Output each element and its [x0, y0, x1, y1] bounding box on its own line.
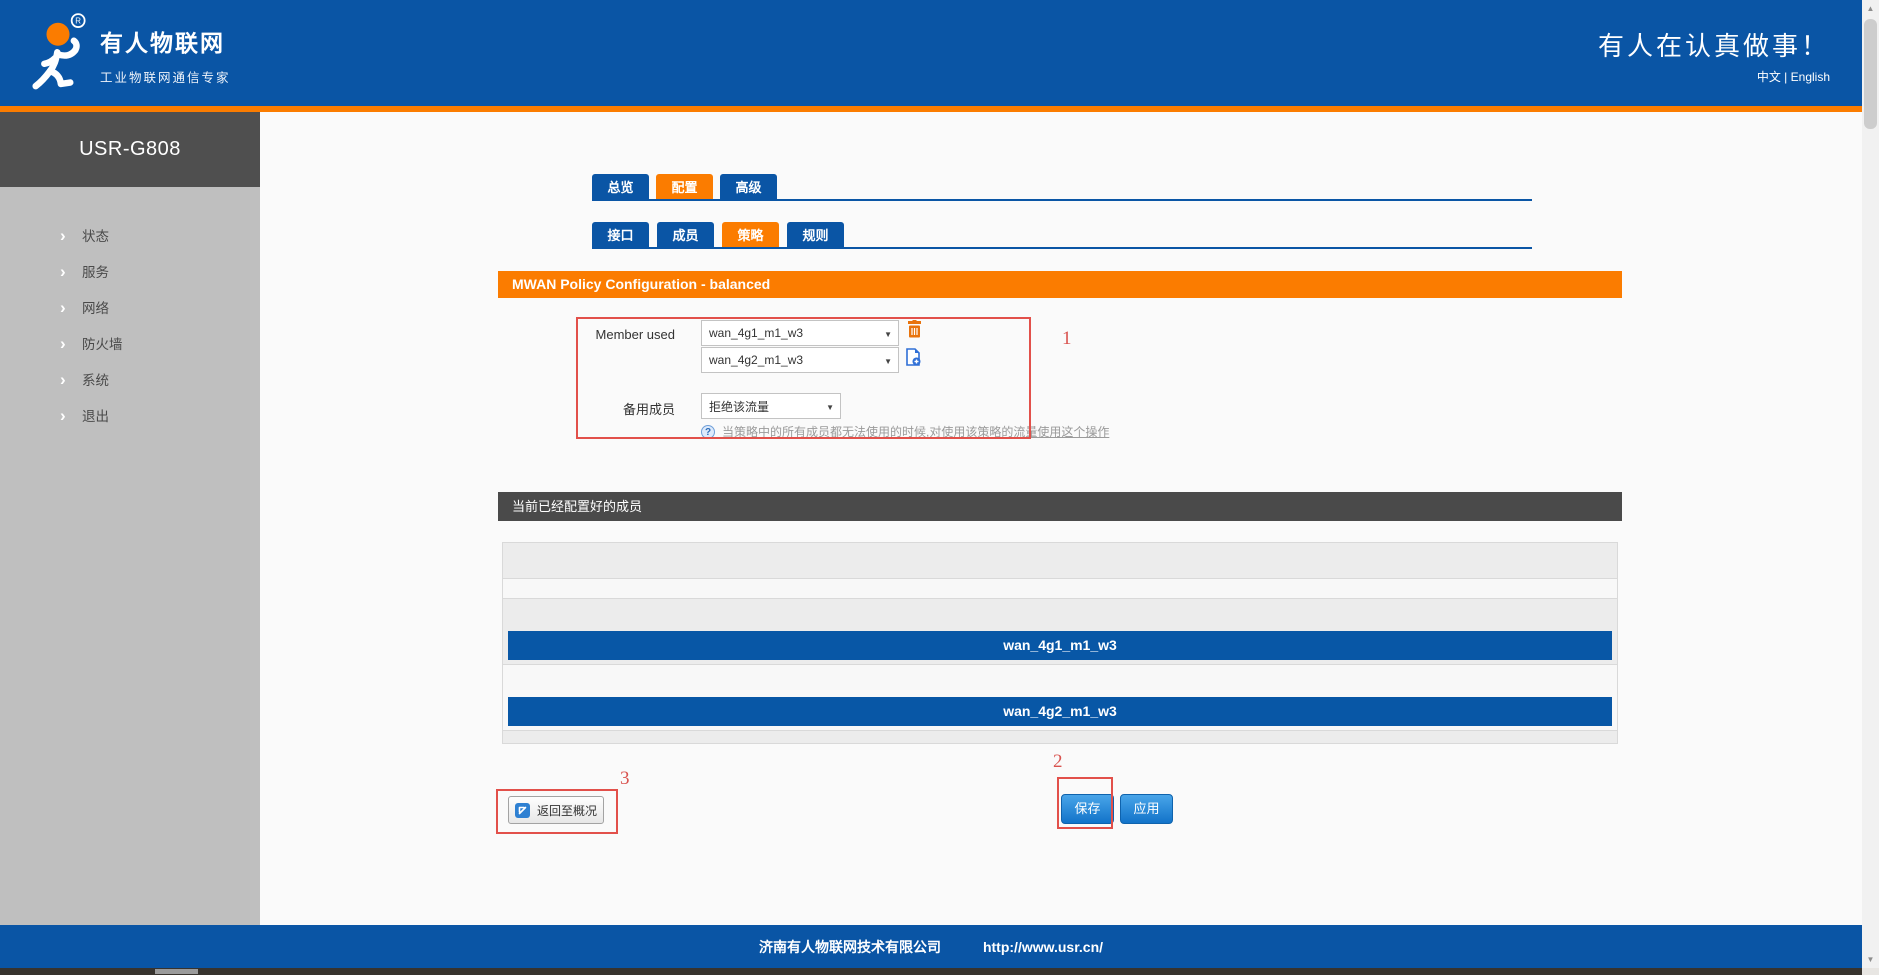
annotation-number-3: 3: [620, 768, 630, 790]
members-table: wan_4g1_m1_w3 wan_4g2_m1_w3: [502, 542, 1618, 744]
device-name: USR-G808: [0, 112, 260, 187]
chevron-right-icon: ›: [60, 263, 82, 280]
secondary-tabs-underline: [592, 247, 1532, 249]
tab-member[interactable]: 成员: [657, 222, 714, 249]
language-switcher: 中文 | English: [1757, 68, 1830, 85]
annotation-box-1: [576, 317, 1031, 439]
brand-subtitle: 工业物联网通信专家: [100, 67, 231, 86]
svg-text:R: R: [75, 16, 81, 25]
annotation-box-2: [1057, 777, 1113, 829]
mwan-policy-banner: MWAN Policy Configuration - balanced: [498, 271, 1622, 298]
table-row-empty: [503, 543, 1617, 579]
horizontal-scrollbar[interactable]: [0, 968, 1862, 975]
app-window: R 有人物联网 工业物联网通信专家 有人在认真做事！ 中文 | English …: [0, 0, 1879, 975]
sidebar-nav: › 状态 › 服务 › 网络 › 防火墙 › 系统 › 退出: [0, 187, 260, 925]
footer-url[interactable]: http://www.usr.cn/: [983, 939, 1103, 955]
page-footer: 济南有人物联网技术有限公司 http://www.usr.cn/: [0, 925, 1862, 968]
tab-configuration[interactable]: 配置: [656, 174, 713, 201]
sidebar-item-services[interactable]: › 服务: [0, 253, 260, 289]
table-row-empty: [503, 731, 1617, 743]
member-bar-1: wan_4g1_m1_w3: [508, 631, 1612, 660]
vertical-scrollbar-thumb[interactable]: [1864, 19, 1877, 129]
sidebar-item-firewall[interactable]: › 防火墙: [0, 325, 260, 361]
lang-separator: |: [1784, 70, 1787, 84]
tab-interface[interactable]: 接口: [592, 222, 649, 249]
top-header: R 有人物联网 工业物联网通信专家 有人在认真做事！ 中文 | English: [0, 0, 1862, 106]
table-row: wan_4g2_m1_w3: [503, 665, 1617, 731]
usr-person-logo-icon: R: [22, 10, 94, 96]
lang-zh-link[interactable]: 中文: [1757, 70, 1781, 84]
apply-button[interactable]: 应用: [1120, 794, 1173, 824]
chevron-right-icon: ›: [60, 335, 82, 352]
primary-tabs-underline: [592, 199, 1532, 201]
annotation-number-2: 2: [1053, 751, 1063, 773]
table-row: wan_4g1_m1_w3: [503, 599, 1617, 665]
chevron-right-icon: ›: [60, 371, 82, 388]
chevron-right-icon: ›: [60, 407, 82, 424]
chevron-right-icon: ›: [60, 227, 82, 244]
sidebar-item-status[interactable]: › 状态: [0, 217, 260, 253]
table-row-empty: [503, 579, 1617, 599]
annotation-box-3: [496, 789, 618, 834]
scroll-up-icon[interactable]: ▲: [1862, 0, 1879, 17]
horizontal-scrollbar-thumb[interactable]: [155, 969, 198, 974]
header-slogan: 有人在认真做事！: [1598, 26, 1830, 63]
tab-policy[interactable]: 策略: [722, 222, 779, 249]
sidebar-item-network[interactable]: › 网络: [0, 289, 260, 325]
lang-en-link[interactable]: English: [1791, 70, 1830, 84]
sidebar-item-system[interactable]: › 系统: [0, 361, 260, 397]
member-bar-2: wan_4g2_m1_w3: [508, 697, 1612, 726]
brand-title: 有人物联网: [100, 24, 231, 58]
header-accent-stripe: [0, 106, 1862, 112]
sidebar-item-logout[interactable]: › 退出: [0, 397, 260, 433]
configured-members-banner: 当前已经配置好的成员: [498, 492, 1622, 521]
vertical-scrollbar[interactable]: ▲ ▼: [1862, 0, 1879, 968]
scroll-down-icon[interactable]: ▼: [1862, 951, 1879, 968]
chevron-right-icon: ›: [60, 299, 82, 316]
annotation-number-1: 1: [1062, 328, 1072, 350]
tab-advanced[interactable]: 高级: [720, 174, 777, 201]
footer-company: 济南有人物联网技术有限公司: [759, 937, 941, 957]
tab-overview[interactable]: 总览: [592, 174, 649, 201]
scrollbar-corner: [1862, 968, 1879, 975]
tab-rule[interactable]: 规则: [787, 222, 844, 249]
